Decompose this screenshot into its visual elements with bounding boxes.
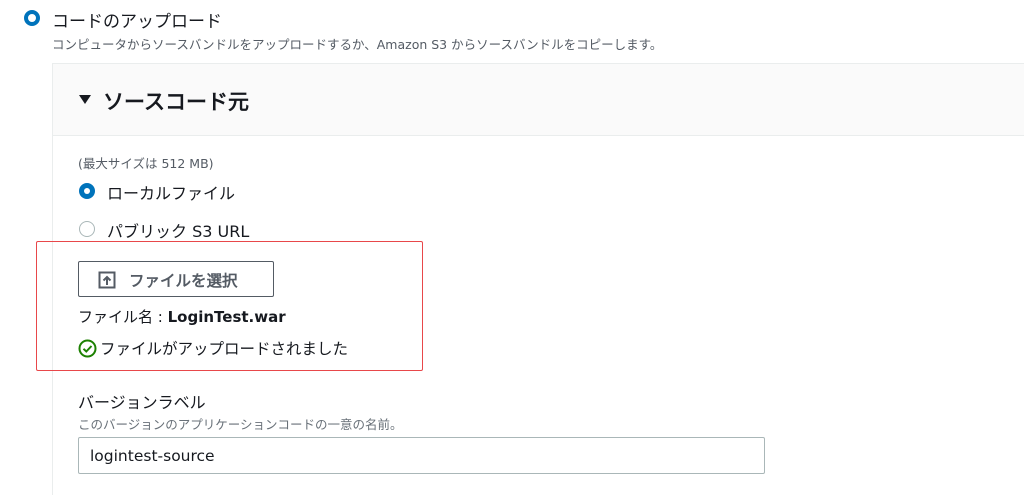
choose-file-button[interactable]: ファイルを選択 <box>78 261 274 297</box>
source-code-title[interactable]: ソースコード元 <box>103 86 249 116</box>
file-name-value: LoginTest.war <box>167 308 286 326</box>
max-size-hint: (最大サイズは 512 MB) <box>78 156 214 171</box>
local-file-label[interactable]: ローカルファイル <box>107 180 235 204</box>
upload-status-text: ファイルがアップロードされました <box>100 340 349 358</box>
choose-file-label: ファイルを選択 <box>129 272 238 290</box>
file-name-label: ファイル名 : <box>78 308 163 326</box>
local-file-radio[interactable] <box>79 183 95 199</box>
file-name-row: ファイル名 : LoginTest.war <box>78 306 286 327</box>
upload-code-radio[interactable] <box>24 10 40 26</box>
upload-code-label[interactable]: コードのアップロード <box>52 7 222 32</box>
public-s3-url-label[interactable]: パブリック S3 URL <box>107 218 249 242</box>
public-s3-url-radio[interactable] <box>79 221 95 237</box>
check-circle-icon <box>78 339 97 358</box>
version-label-title: バージョンラベル <box>78 393 206 412</box>
upload-code-description: コンピュータからソースバンドルをアップロードするか、Amazon S3 からソー… <box>52 37 663 52</box>
caret-down-icon[interactable] <box>79 95 91 104</box>
version-label-input[interactable] <box>78 437 765 474</box>
upload-icon <box>98 271 116 289</box>
version-label-description: このバージョンのアプリケーションコードの一意の名前。 <box>78 417 403 432</box>
source-code-panel-header[interactable]: ソースコード元 <box>53 64 1024 136</box>
